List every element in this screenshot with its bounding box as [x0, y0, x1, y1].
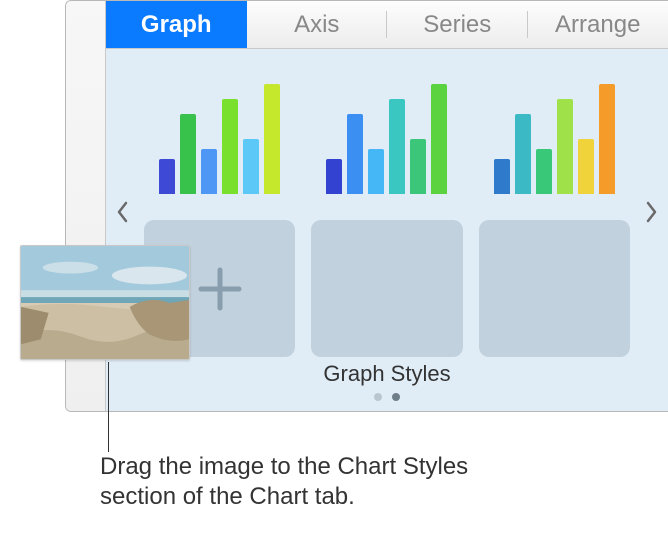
preview-bar — [410, 139, 426, 194]
preview-bar — [578, 139, 594, 194]
chevron-left-icon — [115, 200, 129, 224]
style-preset[interactable] — [311, 67, 462, 204]
preview-bar — [159, 159, 175, 194]
preview-bar — [389, 99, 405, 194]
style-preset[interactable] — [144, 67, 295, 204]
preview-bar — [201, 149, 217, 194]
chevron-right-icon — [645, 200, 659, 224]
preview-bar — [557, 99, 573, 194]
empty-style-slot[interactable] — [311, 220, 462, 357]
style-preset[interactable] — [479, 67, 630, 204]
preview-bar — [347, 114, 363, 194]
styles-footer: Graph Styles — [106, 361, 668, 401]
empty-style-slot[interactable] — [479, 220, 630, 357]
preview-bar — [431, 84, 447, 194]
tab-arrange[interactable]: Arrange — [528, 1, 668, 48]
preview-bar — [326, 159, 342, 194]
dragged-image-thumbnail[interactable] — [20, 245, 190, 360]
carousel-next[interactable] — [640, 192, 664, 232]
carousel-prev[interactable] — [110, 192, 134, 232]
beach-photo-icon — [21, 246, 189, 359]
styles-carousel — [106, 67, 668, 357]
preview-bar — [536, 149, 552, 194]
graph-tab-content: Graph Styles — [106, 49, 668, 411]
tab-axis[interactable]: Axis — [247, 1, 388, 48]
styles-grid — [144, 67, 630, 357]
styles-label: Graph Styles — [106, 361, 668, 387]
preview-bar — [494, 159, 510, 194]
tab-series[interactable]: Series — [387, 1, 528, 48]
preview-bar — [180, 114, 196, 194]
preview-bar — [515, 114, 531, 194]
preview-bar — [264, 84, 280, 194]
page-dot[interactable] — [392, 393, 400, 401]
preview-bar — [368, 149, 384, 194]
tab-graph[interactable]: Graph — [106, 1, 247, 48]
preview-bar — [222, 99, 238, 194]
page-dot[interactable] — [374, 393, 382, 401]
callout-line — [108, 362, 109, 452]
instruction-caption: Drag the image to the Chart Styles secti… — [100, 452, 540, 512]
page-dots — [106, 393, 668, 401]
preview-bar — [599, 84, 615, 194]
plus-icon — [191, 260, 249, 318]
preview-bar — [243, 139, 259, 194]
tab-bar: Graph Axis Series Arrange — [106, 1, 668, 49]
